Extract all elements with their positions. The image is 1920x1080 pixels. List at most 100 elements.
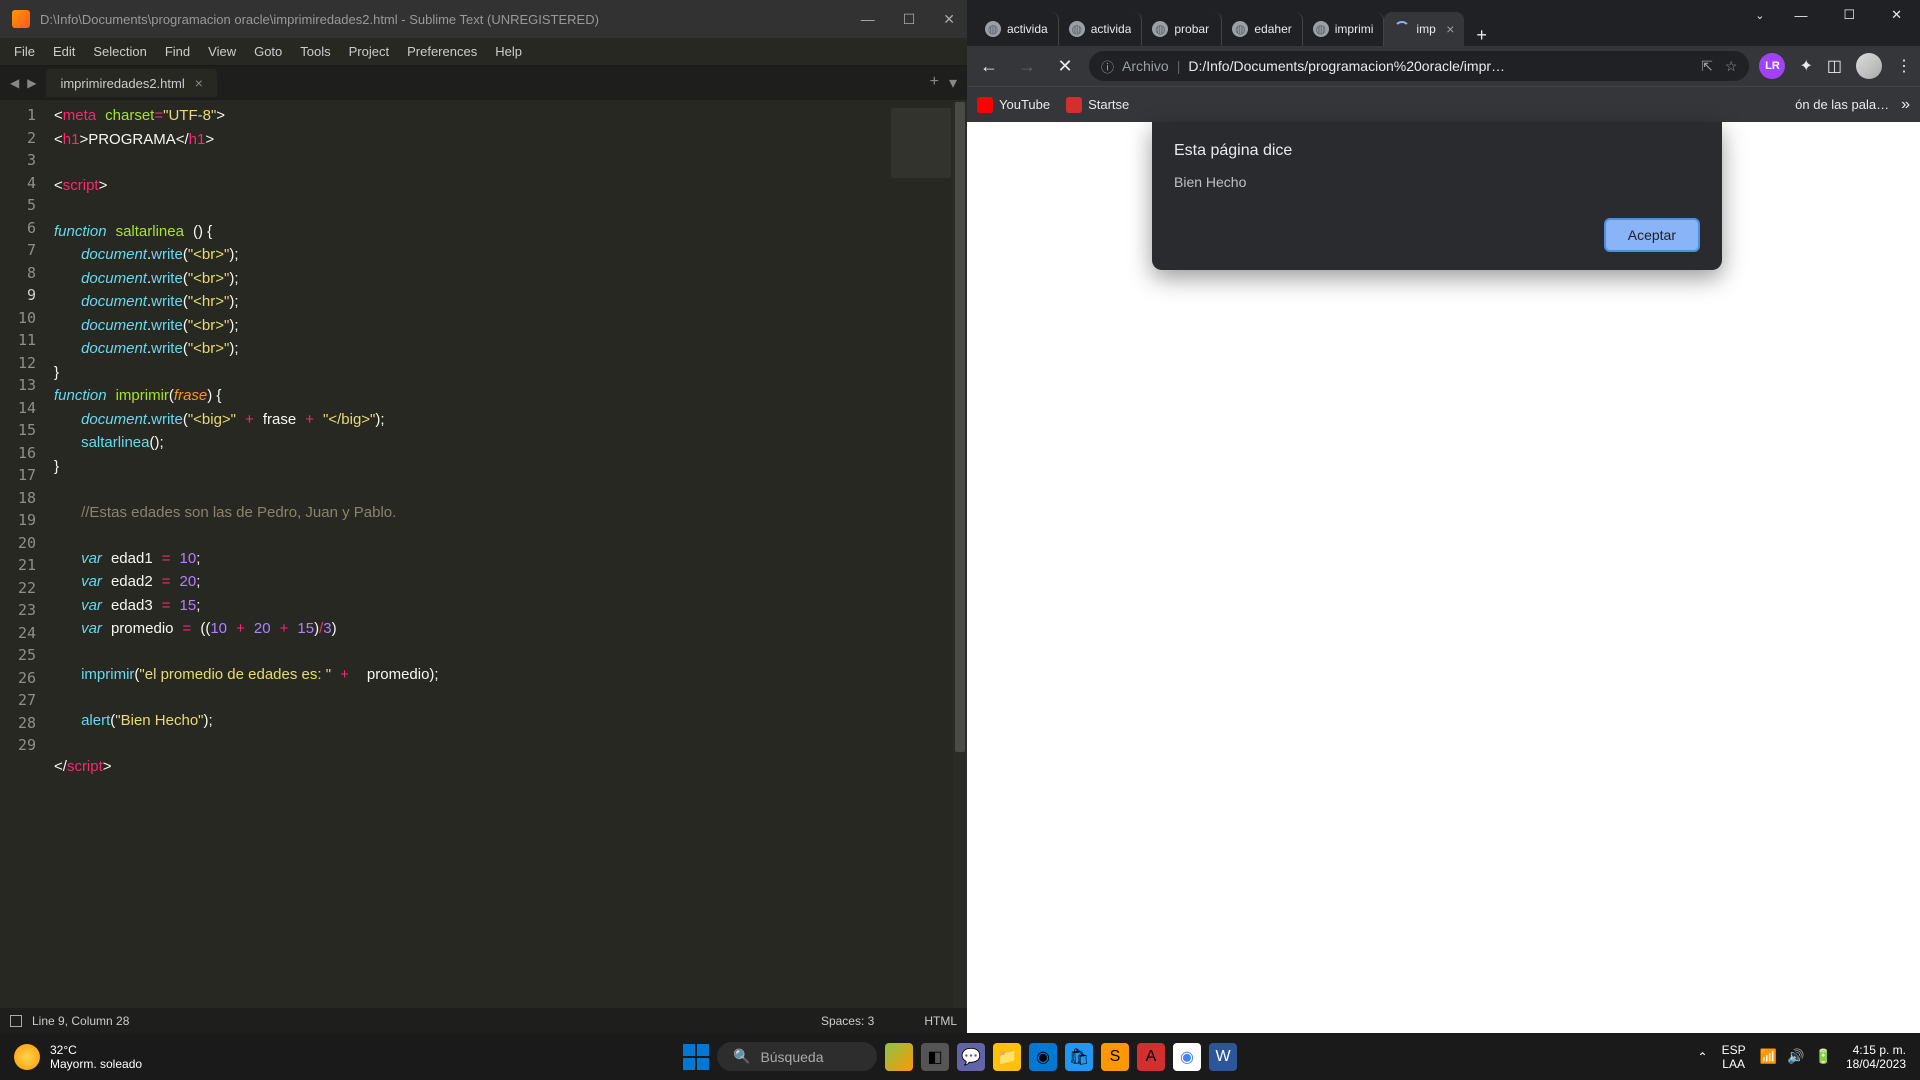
chrome-minimize-button[interactable]: — <box>1776 8 1825 23</box>
taskbar-taskview-icon[interactable]: ◧ <box>921 1043 949 1071</box>
bookmark-youtube[interactable]: YouTube <box>977 97 1050 113</box>
profile-avatar[interactable] <box>1856 53 1882 79</box>
menu-find[interactable]: Find <box>157 42 198 61</box>
code-content[interactable]: <meta charset="UTF-8"> <h1>PROGRAMA</h1>… <box>54 100 887 1008</box>
globe-icon <box>985 21 1001 37</box>
taskbar-search[interactable]: 🔍 Búsqueda <box>717 1042 877 1071</box>
profile-badge[interactable]: LR <box>1759 53 1785 79</box>
tab-close-icon[interactable]: × <box>195 75 203 91</box>
bookmark-pala[interactable]: ón de las pala… <box>1795 97 1889 112</box>
new-tab-button[interactable]: + <box>1464 25 1499 46</box>
star-icon[interactable]: ☆ <box>1725 58 1738 75</box>
menu-file[interactable]: File <box>6 42 43 61</box>
url-text: D:/Info/Documents/programacion%20oracle/… <box>1188 58 1693 74</box>
back-button[interactable]: ← <box>975 56 1003 77</box>
bookmarks-overflow-icon[interactable]: » <box>1901 96 1910 114</box>
menu-preferences[interactable]: Preferences <box>399 42 485 61</box>
sublime-tabbar: ◀ ▶ imprimiredades2.html × + ▾ <box>0 66 967 100</box>
panel-icon[interactable] <box>10 1015 22 1027</box>
menu-selection[interactable]: Selection <box>85 42 154 61</box>
file-tab[interactable]: imprimiredades2.html × <box>46 69 216 97</box>
tab-nav-back-icon[interactable]: ◀ <box>6 76 23 90</box>
chrome-close-button[interactable]: ✕ <box>1873 7 1920 23</box>
sublime-close-button[interactable]: ✕ <box>943 11 955 28</box>
sublime-titlebar[interactable]: D:\Info\Documents\programacion oracle\im… <box>0 0 967 38</box>
tray-chevron-icon[interactable]: ⌃ <box>1698 1050 1708 1064</box>
search-icon: 🔍 <box>733 1048 750 1065</box>
dialog-accept-button[interactable]: Aceptar <box>1604 218 1700 252</box>
taskbar-explorer-icon[interactable]: 📁 <box>993 1043 1021 1071</box>
menu-edit[interactable]: Edit <box>45 42 83 61</box>
chrome-window: activida activida probar edaher imprimi … <box>967 0 1920 1033</box>
status-syntax[interactable]: HTML <box>924 1014 957 1028</box>
extensions-icon[interactable]: ✦ <box>1799 56 1812 76</box>
browser-tab-4[interactable]: imprimi <box>1303 12 1385 46</box>
address-bar[interactable]: ⓘ Archivo | D:/Info/Documents/programaci… <box>1089 51 1749 81</box>
startse-icon <box>1066 97 1082 113</box>
taskbar-chrome-icon[interactable]: ◉ <box>1173 1043 1201 1071</box>
tab-nav-fwd-icon[interactable]: ▶ <box>23 76 40 90</box>
stop-button[interactable]: ✕ <box>1051 56 1079 77</box>
taskbar-widget-icon[interactable] <box>885 1043 913 1071</box>
status-spaces[interactable]: Spaces: 3 <box>821 1014 874 1028</box>
chrome-toolbar: ← → ✕ ⓘ Archivo | D:/Info/Documents/prog… <box>967 46 1920 86</box>
sublime-logo-icon <box>12 10 30 28</box>
taskbar-clock[interactable]: 4:15 p. m. 18/04/2023 <box>1846 1043 1906 1071</box>
browser-tab-0[interactable]: activida <box>975 12 1059 46</box>
menu-goto[interactable]: Goto <box>246 42 290 61</box>
menu-project[interactable]: Project <box>341 42 397 61</box>
taskbar-edge-icon[interactable]: ◉ <box>1029 1043 1057 1071</box>
browser-tab-2[interactable]: probar <box>1142 12 1222 46</box>
taskbar-store-icon[interactable]: 🛍 <box>1065 1043 1093 1071</box>
editor-scrollbar[interactable] <box>953 100 967 1008</box>
sublime-window: D:\Info\Documents\programacion oracle\im… <box>0 0 967 1033</box>
code-editor[interactable]: 1234567891011121314151617181920212223242… <box>0 100 967 1008</box>
tabs-dropdown-icon[interactable]: ⌄ <box>1743 9 1776 22</box>
start-button[interactable] <box>683 1044 709 1070</box>
volume-icon[interactable]: 🔊 <box>1787 1048 1804 1065</box>
weather-desc: Mayorm. soleado <box>50 1057 142 1071</box>
taskbar-acrobat-icon[interactable]: A <box>1137 1043 1165 1071</box>
info-icon[interactable]: ⓘ <box>1101 57 1114 76</box>
windows-taskbar: 32°C Mayorm. soleado 🔍 Búsqueda ◧ 💬 📁 ◉ … <box>0 1033 1920 1080</box>
menu-view[interactable]: View <box>200 42 244 61</box>
browser-tab-1[interactable]: activida <box>1059 12 1143 46</box>
taskbar-weather[interactable]: 32°C Mayorm. soleado <box>0 1043 156 1071</box>
wifi-icon[interactable]: 📶 <box>1760 1048 1777 1065</box>
javascript-alert-dialog: Esta página dice Bien Hecho Aceptar <box>1152 122 1722 270</box>
bookmark-startse[interactable]: Startse <box>1066 97 1129 113</box>
browser-tab-3[interactable]: edaher <box>1222 12 1302 46</box>
globe-icon <box>1069 21 1085 37</box>
loading-spinner-icon <box>1394 21 1410 37</box>
weather-temp: 32°C <box>50 1043 142 1057</box>
cursor-position: Line 9, Column 28 <box>32 1014 129 1028</box>
tab-add-icon[interactable]: + <box>930 73 939 93</box>
chrome-maximize-button[interactable]: ☐ <box>1825 7 1873 23</box>
taskbar-sublime-icon[interactable]: S <box>1101 1043 1129 1071</box>
sublime-statusbar: Line 9, Column 28 Spaces: 3 HTML <box>0 1008 967 1033</box>
tab-dropdown-icon[interactable]: ▾ <box>949 73 957 93</box>
share-icon[interactable]: ⇱ <box>1701 58 1713 75</box>
chrome-tabstrip: activida activida probar edaher imprimi … <box>967 0 1743 46</box>
sublime-maximize-button[interactable]: ☐ <box>903 11 916 28</box>
taskbar-language[interactable]: ESP LAA <box>1722 1043 1746 1071</box>
file-tab-label: imprimiredades2.html <box>60 76 184 91</box>
dialog-message: Bien Hecho <box>1174 174 1700 190</box>
dialog-title: Esta página dice <box>1174 142 1700 160</box>
taskbar-word-icon[interactable]: W <box>1209 1043 1237 1071</box>
menu-tools[interactable]: Tools <box>292 42 338 61</box>
menu-help[interactable]: Help <box>487 42 530 61</box>
sidepanel-icon[interactable]: ◫ <box>1827 56 1842 76</box>
sublime-minimize-button[interactable]: — <box>861 11 875 28</box>
weather-icon <box>14 1044 40 1070</box>
chrome-titlebar[interactable]: activida activida probar edaher imprimi … <box>967 0 1920 46</box>
taskbar-systray: ⌃ ESP LAA 📶 🔊 🔋 4:15 p. m. 18/04/2023 <box>1684 1043 1920 1071</box>
battery-icon[interactable]: 🔋 <box>1815 1048 1832 1065</box>
forward-button[interactable]: → <box>1013 56 1041 77</box>
globe-icon <box>1313 21 1329 37</box>
taskbar-center: 🔍 Búsqueda ◧ 💬 📁 ◉ 🛍 S A ◉ W <box>683 1042 1237 1071</box>
tab-close-icon[interactable]: × <box>1446 21 1454 37</box>
chrome-menu-icon[interactable]: ⋮ <box>1896 56 1912 76</box>
browser-tab-active[interactable]: imp× <box>1384 12 1464 46</box>
taskbar-teams-icon[interactable]: 💬 <box>957 1043 985 1071</box>
